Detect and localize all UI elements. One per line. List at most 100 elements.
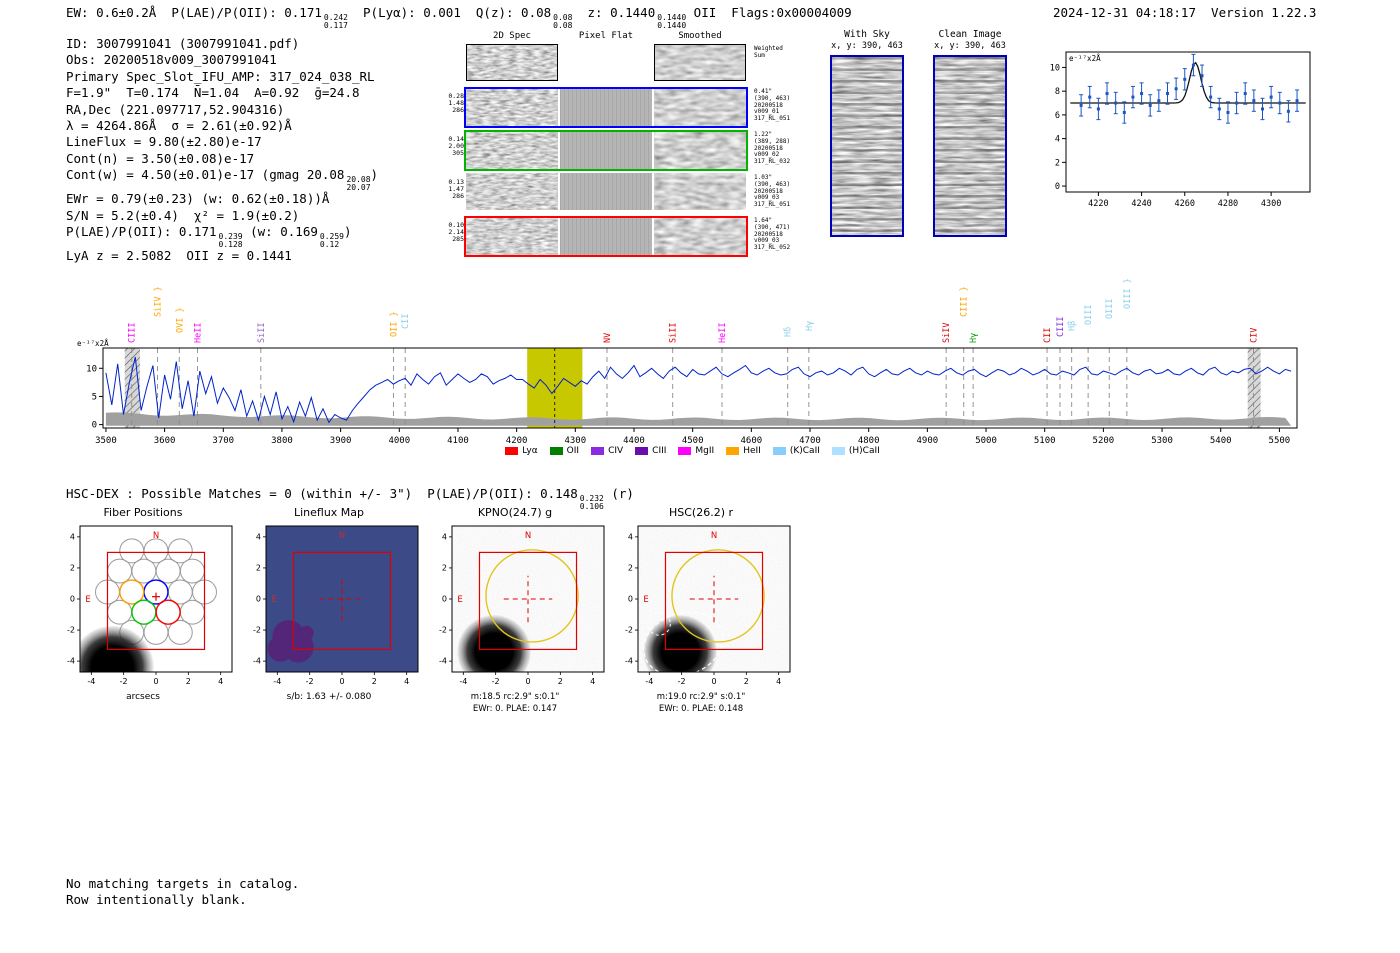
footer-notes: No matching targets in catalog. Row inte… bbox=[66, 876, 299, 909]
cutout-row-weighted bbox=[466, 44, 746, 81]
svg-text:E: E bbox=[643, 595, 648, 605]
detection-info: ID: 3007991041 (3007991041.pdf) Obs: 2020… bbox=[66, 36, 378, 264]
emission-line-label: CIV bbox=[1250, 328, 1260, 343]
svg-text:E: E bbox=[271, 595, 276, 605]
panel-title: HSC(26.2) r bbox=[668, 506, 734, 519]
legend-swatch bbox=[678, 447, 692, 455]
svg-text:4: 4 bbox=[1055, 135, 1060, 145]
panel-caption-mag: m:19.0 rc:2.9" s:0.1" bbox=[656, 692, 746, 702]
info-line: Cont(w) = 4.50(±0.01)e-17 (gmag 20.08 20.… bbox=[66, 167, 379, 192]
noise-image bbox=[466, 173, 558, 210]
svg-text:4280: 4280 bbox=[1218, 199, 1238, 209]
fiber-trace-stripes bbox=[832, 57, 902, 235]
svg-text:E: E bbox=[85, 595, 90, 605]
panel-xlabel: arcsecs bbox=[126, 692, 160, 702]
svg-text:3600: 3600 bbox=[154, 436, 176, 446]
svg-text:-2: -2 bbox=[439, 626, 447, 635]
kpno-g-plot: N E -4 -4 -2 -2 0 0 2 2 4 4 bbox=[420, 520, 610, 692]
legend-item: CIII bbox=[635, 446, 666, 456]
svg-text:-4: -4 bbox=[273, 677, 281, 686]
panel-caption-mag: m:18.5 rc:2.9" s:0.1" bbox=[470, 692, 560, 702]
info-line: Cont(n) = 3.50(±0.08)e-17 bbox=[66, 150, 255, 166]
zoomed-spectrum-plot: 4220 4240 4260 4280 4300 0 2 4 6 8 10 e⁻¹⁷x2Å bbox=[1030, 42, 1322, 228]
info-line: LineFlux = 9.80(±2.80)e-17 bbox=[66, 134, 262, 150]
svg-text:5100: 5100 bbox=[1034, 436, 1056, 446]
svg-text:-2: -2 bbox=[492, 677, 500, 686]
svg-text:5300: 5300 bbox=[1151, 436, 1173, 446]
legend-swatch bbox=[772, 447, 786, 455]
hsc-r-panel: HSC(26.2) r N E -4 -4 -2 -2 0 0 2 2 4 4 m:19.0 rc:2… bbox=[606, 506, 796, 715]
svg-text:0: 0 bbox=[442, 595, 447, 604]
info-line: λ = 4264.86Å σ = 2.61(±0.92)Å bbox=[66, 118, 292, 134]
info-line: P(LAE)/P(OII): 0.171 0.239 0.128 (w: 0.169… bbox=[66, 224, 352, 249]
svg-text:0: 0 bbox=[1055, 182, 1060, 192]
svg-text:4200: 4200 bbox=[506, 436, 528, 446]
svg-text:4: 4 bbox=[628, 532, 633, 541]
fiber-id-labels: 0.41" (390, 463) 20200518 v009_01 317_RL_051 bbox=[754, 88, 791, 123]
col-title-pixelflat: Pixel Flat bbox=[578, 31, 634, 41]
spec2d-cutouts: Weighted Sum 0.28 1.48 286 0.41" (390, 463) 202… bbox=[448, 44, 790, 257]
svg-text:2: 2 bbox=[558, 677, 563, 686]
panel-xlabel: s/b: 1.63 +/- 0.080 bbox=[286, 692, 372, 702]
legend-item: CIV bbox=[591, 446, 623, 456]
legend-swatch bbox=[591, 447, 605, 455]
legend-label: MgII bbox=[695, 446, 715, 456]
full-spectrum-plot: CIII SiIV } OVI } HeII SiII OII } CII NV SiII HeI… bbox=[75, 252, 1310, 468]
svg-text:-2: -2 bbox=[678, 677, 686, 686]
svg-text:-4: -4 bbox=[459, 677, 467, 686]
fiber-id-labels: 1.22" (389, 288) 20200518 v009_02 317_RL_032 bbox=[754, 131, 791, 166]
svg-text:0: 0 bbox=[92, 421, 97, 431]
svg-text:3800: 3800 bbox=[271, 436, 293, 446]
svg-text:4700: 4700 bbox=[799, 436, 821, 446]
elixer-detection-report: EW: 0.6±0.2Å P(LAE)/P(OII): 0.171 0.242 0.… bbox=[0, 0, 1400, 953]
fiber-weight-labels: 0.13 1.47 286 bbox=[448, 178, 464, 201]
emission-line-label: HeII bbox=[718, 323, 728, 343]
with-sky-title: With Sky bbox=[844, 29, 890, 40]
legend-label: (K)CaII bbox=[789, 446, 820, 456]
with-sky-coords: x, y: 390, 463 bbox=[831, 41, 903, 51]
noise-image bbox=[466, 89, 558, 126]
svg-text:4500: 4500 bbox=[682, 436, 704, 446]
legend-item: MgII bbox=[678, 446, 714, 456]
lineflux-map-panel: Lineflux Map N E -4 -4 -2 -2 0 0 2 2 4 4 s/b: 1.63 … bbox=[234, 506, 424, 702]
svg-text:-4: -4 bbox=[645, 677, 653, 686]
spec2d-image bbox=[654, 173, 746, 210]
legend-item: HeII bbox=[726, 446, 761, 456]
svg-text:N: N bbox=[711, 531, 717, 541]
hsc-r-plot: N E -4 -4 -2 -2 0 0 2 2 4 4 bbox=[606, 520, 796, 692]
noise-image bbox=[654, 132, 746, 169]
emission-line-label: CIII bbox=[1056, 317, 1066, 337]
svg-text:E: E bbox=[457, 595, 462, 605]
timestamp-version: 2024-12-31 04:18:17 Version 1.22.3 bbox=[1053, 5, 1317, 20]
with-sky-image bbox=[830, 55, 904, 237]
emission-line-label: OIII bbox=[1105, 299, 1115, 319]
stacked-uncertainty: 0.259 0.12 bbox=[319, 232, 344, 249]
fiber-weight-labels: 0.14 2.00 305 bbox=[448, 135, 464, 158]
lineflux-map-plot: N E -4 -4 -2 -2 0 0 2 2 4 4 bbox=[234, 520, 424, 692]
noise-image bbox=[466, 132, 558, 169]
emission-line-label: CIII bbox=[128, 323, 138, 343]
svg-text:5: 5 bbox=[92, 392, 97, 402]
svg-text:-4: -4 bbox=[87, 677, 95, 686]
svg-text:3500: 3500 bbox=[95, 436, 117, 446]
svg-text:4300: 4300 bbox=[564, 436, 586, 446]
noise-image bbox=[466, 218, 558, 255]
svg-text:N: N bbox=[153, 531, 159, 541]
emission-line-label: SiIV } bbox=[154, 286, 164, 317]
panel-title: Fiber Positions bbox=[103, 506, 183, 519]
emission-line-label: CIII } bbox=[960, 286, 970, 317]
info-line: F=1.9" T=0.174 N̄=1.04 A=0.92 ḡ=24.8 bbox=[66, 85, 360, 101]
svg-text:4800: 4800 bbox=[858, 436, 880, 446]
emission-line-label: Hγ bbox=[805, 321, 815, 331]
svg-text:0: 0 bbox=[525, 677, 530, 686]
legend-item: Lyα bbox=[505, 446, 538, 456]
col-title-smoothed: Smoothed bbox=[678, 31, 722, 41]
svg-text:3900: 3900 bbox=[330, 436, 352, 446]
fiber-positions-plot: N E -4 -4 -2 -2 0 0 2 2 4 4 bbox=[48, 520, 238, 692]
svg-text:4100: 4100 bbox=[447, 436, 469, 446]
legend-swatch bbox=[549, 447, 563, 455]
spectrum-legend: Lyα OII CIV CIII MgII HeII (K)CaII (H)CaII bbox=[75, 446, 1310, 456]
noise-image bbox=[467, 45, 557, 80]
svg-text:5000: 5000 bbox=[975, 436, 997, 446]
pixel-flat-image bbox=[560, 218, 652, 255]
